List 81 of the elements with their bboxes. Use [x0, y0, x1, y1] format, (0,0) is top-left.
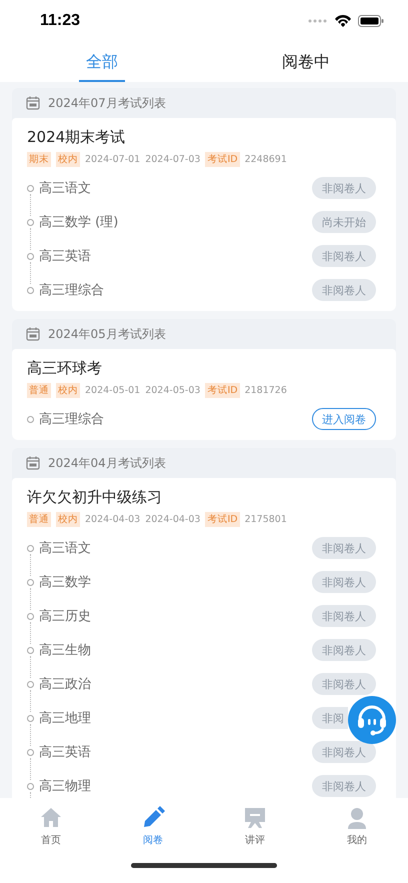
- end-date: 2024-05-03: [145, 385, 200, 396]
- timeline-dot: [27, 646, 34, 654]
- subject-name: 高三物理: [39, 778, 92, 795]
- pencil-icon: [141, 806, 165, 830]
- exam-id-tag: 考试ID: [205, 383, 240, 398]
- cellular-signal-icon: [308, 19, 328, 23]
- subject-name: 高三语文: [39, 180, 92, 197]
- subject-name: 高三理综合: [39, 411, 105, 428]
- start-date: 2024-04-03: [85, 514, 140, 525]
- exam-title: 许欠欠初升中级练习: [27, 488, 163, 507]
- subject-name: 高三英语: [39, 744, 92, 761]
- status-button[interactable]: 进入阅卷: [312, 408, 376, 430]
- timeline-dot: [27, 544, 34, 552]
- exam-title: 2024期末考试: [27, 128, 126, 147]
- start-date: 2024-07-01: [85, 154, 140, 165]
- wifi-icon: [335, 15, 351, 27]
- timeline-dot: [27, 612, 34, 620]
- nav-item[interactable]: 首页: [0, 798, 102, 854]
- status-button[interactable]: 非阅卷人: [312, 673, 376, 695]
- status-button[interactable]: 非阅卷人: [312, 279, 376, 301]
- battery-icon: [358, 15, 384, 27]
- exam-tag: 校内: [56, 152, 80, 167]
- timeline-dot: [27, 782, 34, 790]
- timeline-dot: [27, 184, 34, 192]
- exam-id-tag: 考试ID: [205, 512, 240, 527]
- subject-name: 高三数学 (理): [39, 214, 120, 231]
- board-icon: [243, 806, 267, 830]
- end-date: 2024-07-03: [145, 154, 200, 165]
- status-button[interactable]: 非阅卷人: [312, 775, 376, 797]
- status-button[interactable]: 尚未开始: [312, 211, 376, 233]
- status-button[interactable]: 非阅卷人: [312, 741, 376, 763]
- exam-id: 2175801: [244, 514, 287, 525]
- calendar-icon: [26, 456, 40, 470]
- nav-item[interactable]: 讲评: [204, 798, 306, 854]
- exam-tag: 校内: [56, 383, 80, 398]
- section-heading: 2024年07月考试列表: [48, 94, 166, 112]
- timeline-dot: [27, 578, 34, 586]
- status-button[interactable]: 非阅卷人: [312, 605, 376, 627]
- home-icon: [39, 806, 63, 830]
- person-icon: [345, 806, 369, 830]
- start-date: 2024-05-01: [85, 385, 140, 396]
- subject-name: 高三理综合: [39, 282, 105, 299]
- status-button[interactable]: 非阅卷人: [312, 571, 376, 593]
- nav-item[interactable]: 阅卷: [102, 798, 204, 854]
- status-time: 11:23: [40, 12, 80, 30]
- timeline-dot: [27, 748, 34, 756]
- end-date: 2024-04-03: [145, 514, 200, 525]
- headset-icon[interactable]: [347, 695, 397, 745]
- subject-name: 高三生物: [39, 642, 92, 659]
- section-heading: 2024年04月考试列表: [48, 454, 166, 472]
- subject-name: 高三英语: [39, 248, 92, 265]
- subject-name: 高三历史: [39, 608, 92, 625]
- exam-tag: 普通: [27, 512, 51, 527]
- subject-name: 高三政治: [39, 676, 92, 693]
- exam-title: 高三环球考: [27, 359, 103, 378]
- exam-tag: 校内: [56, 512, 80, 527]
- exam-id-tag: 考试ID: [205, 152, 240, 167]
- calendar-icon: [26, 96, 40, 110]
- exam-id: 2181726: [244, 385, 287, 396]
- timeline-dot: [27, 218, 34, 226]
- exam-tag: 普通: [27, 383, 51, 398]
- status-button[interactable]: 非阅卷人: [312, 245, 376, 267]
- status-button[interactable]: 非阅卷人: [312, 639, 376, 661]
- tab[interactable]: 阅卷中: [204, 42, 408, 82]
- exam-id: 2248691: [244, 154, 287, 165]
- status-button[interactable]: 非阅卷人: [312, 177, 376, 199]
- exam-tag: 期末: [27, 152, 51, 167]
- timeline-dot: [27, 714, 34, 722]
- tab[interactable]: 全部: [0, 42, 204, 82]
- timeline-dot: [27, 680, 34, 688]
- subject-name: 高三数学: [39, 574, 92, 591]
- calendar-icon: [26, 327, 40, 341]
- nav-item[interactable]: 我的: [306, 798, 408, 854]
- timeline-dot: [27, 252, 34, 260]
- status-button[interactable]: 非阅卷人: [312, 537, 376, 559]
- subject-name: 高三语文: [39, 540, 92, 557]
- subject-name: 高三地理: [39, 710, 92, 727]
- timeline-dot: [27, 286, 34, 294]
- status-button[interactable]: 非阅: [312, 707, 348, 729]
- section-heading: 2024年05月考试列表: [48, 326, 166, 342]
- timeline-dot: [27, 416, 34, 422]
